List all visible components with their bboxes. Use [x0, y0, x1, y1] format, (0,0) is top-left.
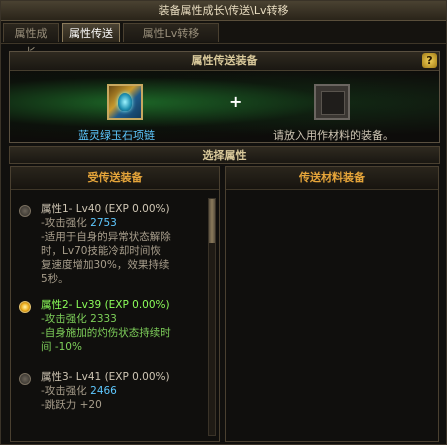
select-attribute-title: 选择属性 [9, 146, 440, 164]
attribute-3-stat-value: 2466 [90, 385, 117, 397]
attribute-2-stat-value: 2333 [90, 313, 117, 325]
attribute-1-stat-value: 2753 [90, 217, 117, 229]
attribute-2-desc-line: -自身施加的灼伤状态持续时 [41, 327, 171, 339]
attribute-3-desc-line: -跳跃力 +20 [41, 399, 102, 411]
attribute-2-title: 属性2- Lv39 (EXP 0.00%) [41, 299, 170, 311]
help-icon[interactable]: ? [422, 53, 437, 68]
tab-attribute-lv-transfer[interactable]: 属性Lv转移 [123, 23, 219, 42]
attribute-1-desc-line: 5秒。 [41, 273, 69, 285]
attribute-2-stat-label: -攻击强化 [41, 313, 87, 325]
attribute-1-desc-line: 复速度增加30%，效果持续 [41, 259, 170, 271]
receiving-equipment-column: 受传送装备 属性1- Lv40 (EXP 0.00%) -攻击强化 2753 -… [10, 166, 220, 442]
source-item-slot[interactable] [107, 84, 143, 120]
plus-icon: + [229, 92, 243, 111]
attribute-transfer-window: 装备属性成长\传送\Lv转移 属性成长 属性传送 属性Lv转移 属性传送装备 ?… [0, 0, 447, 445]
attribute-list-scrollbar[interactable] [208, 198, 216, 436]
material-equipment-column: 传送材料装备 [225, 166, 439, 442]
attribute-2-radio[interactable] [19, 301, 31, 313]
material-placeholder: 请放入用作材料的装备。 [273, 129, 394, 142]
tab-attribute-transfer[interactable]: 属性传送 [62, 23, 120, 42]
empty-slot-icon [321, 91, 345, 115]
attribute-1-desc-line: -适用于自身的异常状态解除 [41, 231, 171, 243]
attribute-3-radio[interactable] [19, 373, 31, 385]
attribute-1-radio[interactable] [19, 205, 31, 217]
receiving-equipment-header: 受传送装备 [11, 167, 219, 190]
attribute-3-title: 属性3- Lv41 (EXP 0.00%) [41, 371, 170, 383]
panel-title: 属性传送装备 [10, 52, 439, 71]
attribute-1-stat-label: -攻击强化 [41, 217, 87, 229]
window-title: 装备属性成长\传送\Lv转移 [1, 1, 446, 21]
attribute-3-stat-label: -攻击强化 [41, 385, 87, 397]
scrollbar-thumb[interactable] [209, 199, 215, 243]
attribute-2-desc-line: 间 -10% [41, 341, 82, 353]
material-list-area [428, 198, 434, 436]
tab-bar: 属性成长 属性传送 属性Lv转移 [1, 21, 446, 59]
necklace-icon [118, 93, 132, 111]
source-item-name: 蓝灵绿玉石项链 [78, 129, 155, 142]
transfer-equipment-panel: 属性传送装备 ? + 蓝灵绿玉石项链 请放入用作材料的装备。 [9, 51, 440, 143]
tab-attribute-growth[interactable]: 属性成长 [3, 23, 59, 59]
material-equipment-header: 传送材料装备 [226, 167, 438, 190]
attribute-1-title: 属性1- Lv40 (EXP 0.00%) [41, 203, 170, 215]
attribute-1-desc-line: 时，Lv70技能冷却时间恢 [41, 245, 161, 257]
material-item-slot[interactable] [314, 84, 350, 120]
